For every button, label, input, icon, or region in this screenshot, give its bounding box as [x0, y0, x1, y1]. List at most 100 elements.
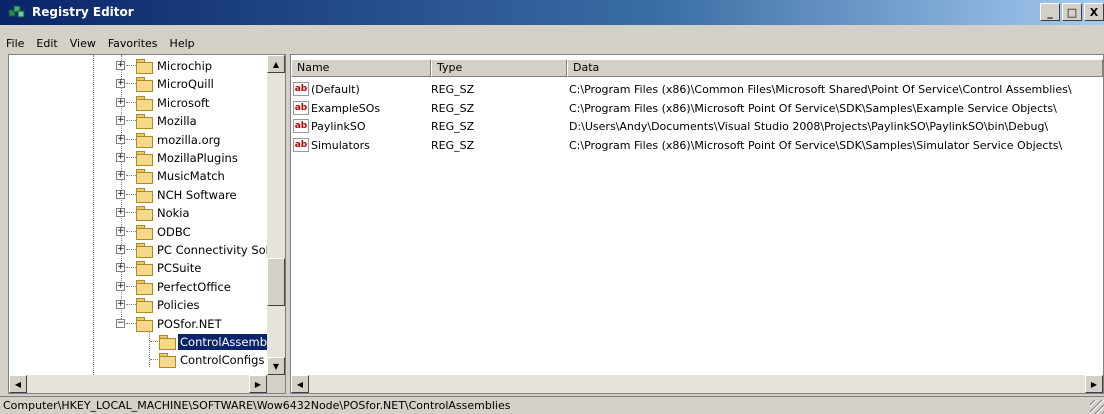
- window-title: Registry Editor: [32, 5, 134, 19]
- menu-view[interactable]: View: [64, 35, 102, 53]
- tree-item-label[interactable]: mozilla.org: [155, 132, 222, 148]
- expand-toggle-icon[interactable]: +: [116, 79, 125, 89]
- tree-item-label[interactable]: PCSuite: [155, 260, 203, 276]
- expand-toggle-icon[interactable]: +: [116, 134, 125, 144]
- list-row[interactable]: ab ExampleSOs REG_SZ C:\Program Files (x86)…: [291, 100, 1103, 118]
- tree-item-label[interactable]: MicroQuill: [155, 76, 216, 92]
- expand-toggle-icon[interactable]: +: [116, 171, 125, 181]
- value-name: (Default): [311, 83, 360, 96]
- list-row[interactable]: ab (Default) REG_SZ C:\Program Files (x86)\…: [291, 81, 1103, 99]
- value-type: REG_SZ: [431, 83, 475, 96]
- column-header-type[interactable]: Type: [431, 59, 567, 77]
- scroll-right-button[interactable]: ▶: [249, 375, 267, 393]
- expand-toggle-icon[interactable]: +: [116, 245, 125, 254]
- list-row[interactable]: ab Simulators REG_SZ C:\Program Files (x86)…: [291, 137, 1103, 155]
- list-scroll-left-button[interactable]: ◀: [291, 375, 309, 393]
- triangle-left-icon: ◀: [296, 379, 304, 389]
- menu-help[interactable]: Help: [164, 35, 201, 53]
- expand-toggle-icon[interactable]: +: [116, 97, 125, 107]
- tree-horizontal-scrollbar[interactable]: ◀ ▶: [9, 375, 267, 393]
- folder-icon: [136, 279, 153, 295]
- tree-branch-line: [126, 322, 136, 324]
- expand-toggle-icon[interactable]: +: [116, 189, 125, 199]
- triangle-up-icon: ▲: [272, 59, 280, 69]
- tree-item[interactable]: + PC Connectivity Sol: [9, 241, 269, 259]
- expand-toggle-icon[interactable]: −: [116, 318, 125, 328]
- string-value-icon: ab: [293, 137, 309, 152]
- scroll-left-button[interactable]: ◀: [9, 375, 27, 393]
- tree-branch-line: [126, 193, 136, 195]
- menu-favorites[interactable]: Favorites: [102, 35, 164, 53]
- tree-item-label[interactable]: ODBC: [155, 224, 193, 240]
- tree-item-label[interactable]: Microsoft: [155, 95, 211, 111]
- column-header-name[interactable]: Name: [291, 59, 431, 77]
- column-header-data[interactable]: Data: [567, 59, 1103, 77]
- tree-item[interactable]: + Policies: [9, 296, 269, 314]
- tree-branch-line: [126, 304, 136, 306]
- folder-icon: [136, 132, 153, 148]
- tree-item[interactable]: + mozilla.org: [9, 131, 269, 149]
- tree-item-label[interactable]: ControlAssembl: [178, 334, 273, 350]
- tree-scroll-thumb[interactable]: [267, 258, 285, 306]
- tree-item[interactable]: + Nokia: [9, 204, 269, 222]
- tree-item[interactable]: − POSfor.NET: [9, 315, 269, 333]
- tree-item-label[interactable]: ControlConfigs: [178, 352, 266, 368]
- tree-item[interactable]: + MicroQuill: [9, 75, 269, 93]
- tree-item-label[interactable]: Mozilla: [155, 113, 199, 129]
- resize-grip-icon[interactable]: [1090, 400, 1104, 414]
- close-button[interactable]: X: [1084, 3, 1104, 21]
- list-horizontal-scrollbar[interactable]: ◀ ▶: [291, 375, 1103, 393]
- tree-branch-line: [126, 249, 136, 250]
- expand-toggle-icon[interactable]: +: [116, 61, 125, 70]
- triangle-right-icon: ▶: [254, 379, 262, 389]
- tree-item[interactable]: + Microsoft: [9, 94, 269, 112]
- value-type: REG_SZ: [431, 120, 475, 133]
- tree-item[interactable]: ControlConfigs: [9, 351, 269, 369]
- minimize-button[interactable]: _: [1040, 3, 1060, 21]
- list-scroll-right-button[interactable]: ▶: [1085, 375, 1103, 393]
- expand-toggle-icon[interactable]: +: [116, 208, 125, 218]
- folder-icon: [136, 169, 153, 185]
- menu-edit[interactable]: Edit: [30, 35, 63, 53]
- tree-branch-line: [126, 267, 136, 269]
- scroll-up-button[interactable]: ▲: [267, 55, 285, 73]
- tree-item-label[interactable]: Policies: [155, 297, 202, 313]
- tree-item[interactable]: + MozillaPlugins: [9, 149, 269, 167]
- tree-item-label[interactable]: Microchip: [155, 58, 214, 74]
- tree-item-label[interactable]: MozillaPlugins: [155, 150, 240, 166]
- tree-item[interactable]: + Microchip: [9, 57, 269, 75]
- tree-item-label[interactable]: PC Connectivity Sol: [155, 242, 271, 258]
- expand-toggle-icon[interactable]: +: [116, 300, 125, 310]
- folder-icon: [136, 114, 153, 130]
- tree-item[interactable]: ControlAssembl: [9, 333, 273, 351]
- tree-item-label[interactable]: Nokia: [155, 205, 192, 221]
- tree-item-label[interactable]: MusicMatch: [155, 168, 227, 184]
- folder-icon: [159, 353, 176, 369]
- expand-toggle-icon[interactable]: +: [116, 116, 125, 126]
- tree-item-label[interactable]: PerfectOffice: [155, 279, 233, 295]
- tree-item-label[interactable]: NCH Software: [155, 187, 239, 203]
- value-name: PaylinkSO: [311, 120, 366, 133]
- menu-file[interactable]: File: [0, 35, 30, 53]
- expand-toggle-icon[interactable]: +: [116, 153, 125, 162]
- scroll-corner: [267, 375, 285, 393]
- tree-item[interactable]: + Mozilla: [9, 112, 269, 130]
- list-row[interactable]: ab PaylinkSO REG_SZ D:\Users\Andy\Documents…: [291, 118, 1103, 136]
- tree-item-label[interactable]: POSfor.NET: [155, 316, 224, 332]
- value-data: C:\Program Files (x86)\Common Files\Micr…: [569, 83, 1072, 96]
- expand-toggle-icon[interactable]: +: [116, 263, 125, 273]
- expand-toggle-icon[interactable]: +: [116, 281, 125, 291]
- tree-vertical-scrollbar[interactable]: ▲ ▼: [267, 55, 285, 375]
- expand-toggle-icon[interactable]: +: [116, 226, 125, 236]
- tree-item[interactable]: + MusicMatch: [9, 167, 269, 185]
- tree-item[interactable]: + PCSuite: [9, 259, 269, 277]
- folder-icon: [136, 151, 153, 166]
- scroll-down-button[interactable]: ▼: [267, 357, 285, 375]
- tree-item[interactable]: + NCH Software: [9, 186, 269, 204]
- registry-editor-icon: [8, 5, 25, 18]
- registry-values-list[interactable]: Name Type Data ab (Default) REG_SZ C:\Progr…: [290, 54, 1104, 394]
- registry-tree-pane[interactable]: + Microchip + MicroQuill + Microsoft + Mozilla +…: [8, 54, 286, 394]
- tree-item[interactable]: + PerfectOffice: [9, 278, 269, 296]
- maximize-button[interactable]: □: [1062, 3, 1082, 21]
- tree-item[interactable]: + ODBC: [9, 223, 269, 241]
